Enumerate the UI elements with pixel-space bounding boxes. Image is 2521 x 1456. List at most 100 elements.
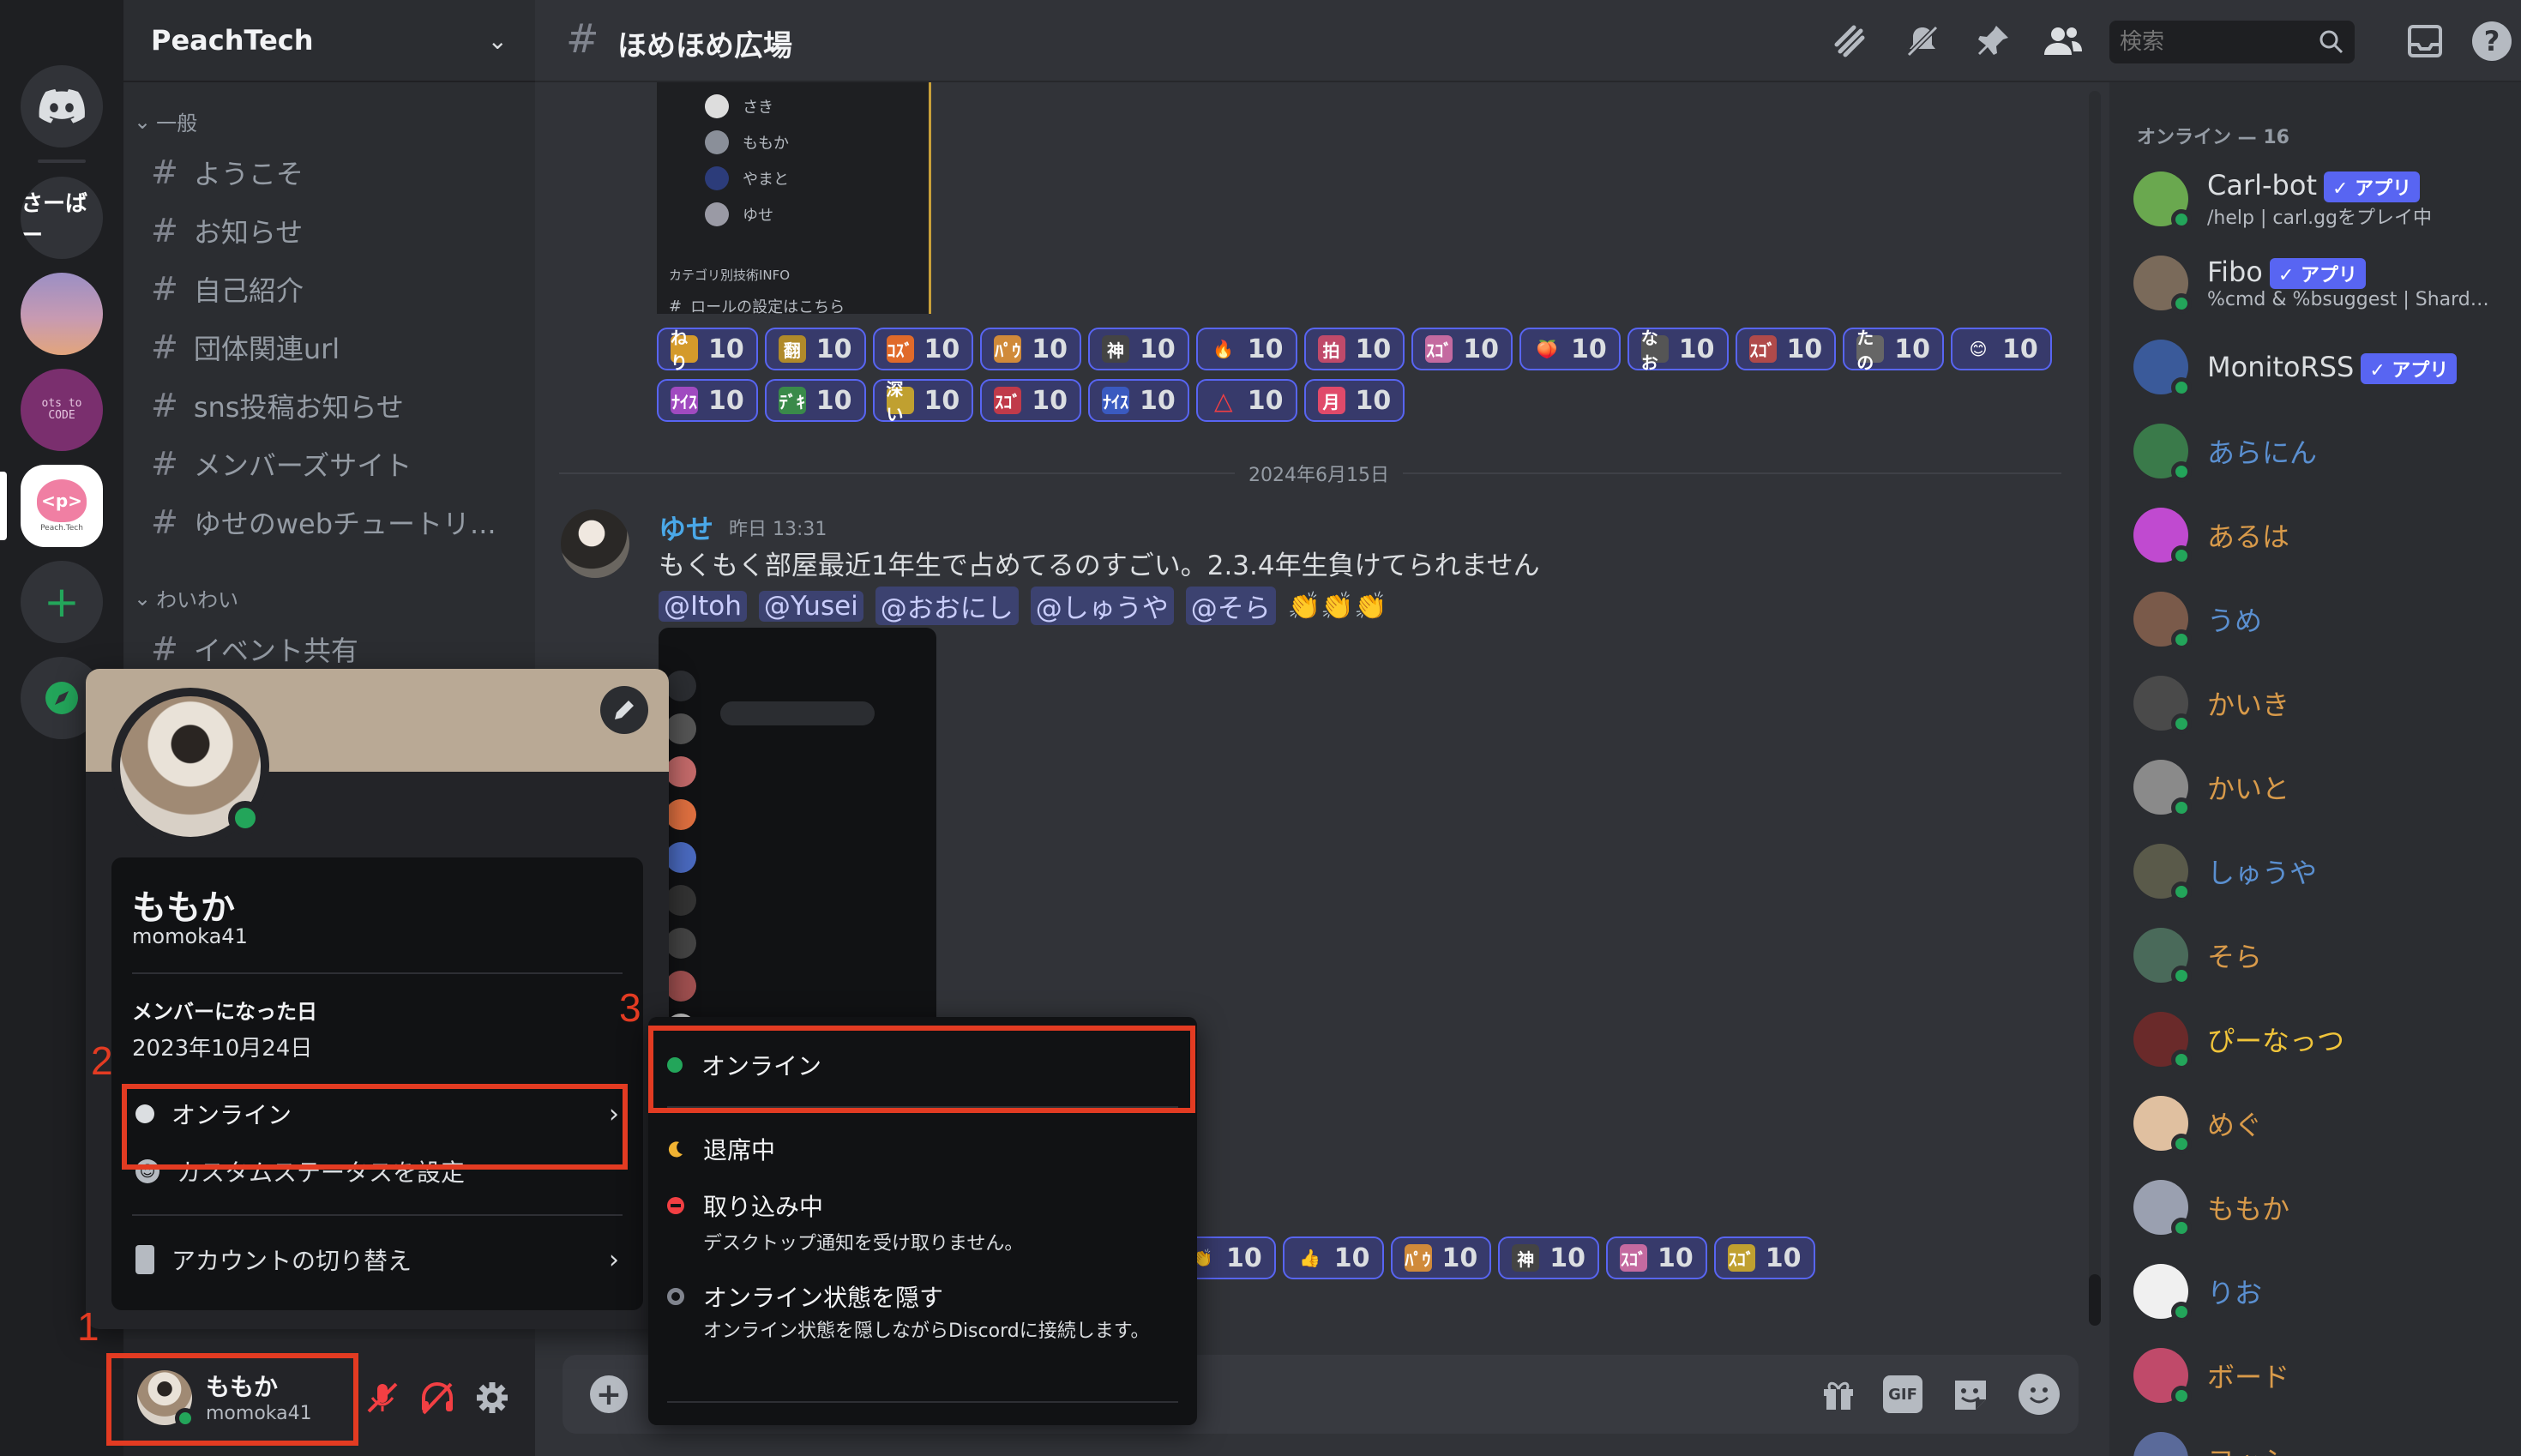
reaction-button[interactable]: ﾊﾟｳ 10	[1390, 1236, 1492, 1279]
server-icon-saaba[interactable]: さーばー	[21, 177, 103, 259]
message-avatar[interactable]	[561, 509, 629, 578]
member-list-icon[interactable]	[2043, 21, 2084, 62]
search-input[interactable]	[2120, 29, 2291, 55]
channel-announcements[interactable]: # お知らせ	[151, 211, 303, 250]
reaction-button[interactable]: 深い 10	[872, 379, 974, 424]
mention[interactable]: @Itoh	[659, 590, 747, 622]
server-icon-sunset[interactable]	[21, 273, 103, 355]
reaction-button[interactable]: ｽｺﾞ 10	[1735, 328, 1837, 370]
mute-mic-button[interactable]	[364, 1379, 401, 1417]
gift-icon[interactable]	[1820, 1375, 1857, 1413]
chat-scrollbar[interactable]	[2089, 91, 2101, 1326]
reaction-button[interactable]: 翻 10	[764, 328, 866, 370]
mention[interactable]: @そら	[1185, 587, 1276, 625]
server-icon-ots-to-code[interactable]: ots to CODE	[21, 369, 103, 451]
mention[interactable]: @しゅうや	[1030, 587, 1174, 625]
reaction-button[interactable]: 月 10	[1303, 379, 1405, 422]
reaction-button[interactable]: ｽｺﾞ 10	[980, 379, 1081, 422]
reaction-button[interactable]: 神 10	[1088, 328, 1189, 370]
member-item[interactable]: Carl-bot ✓ アプリ/help | carl.ggをプレイ中	[2133, 165, 2432, 233]
reaction-button[interactable]: ｺｽﾞ 10	[872, 328, 974, 370]
member-item[interactable]: かいと	[2133, 753, 2289, 821]
member-item[interactable]: あるは	[2133, 501, 2289, 569]
channel-welcome[interactable]: # ようこそ	[151, 153, 304, 192]
direct-messages-button[interactable]	[21, 65, 103, 147]
status-option-online[interactable]: オンライン	[667, 1039, 1182, 1091]
reaction-button[interactable]: 😊 10	[1951, 328, 2052, 370]
reaction-button[interactable]: ｽｺﾞ 10	[1411, 328, 1513, 370]
member-since-label: メンバーになった日	[132, 1000, 317, 1024]
member-item[interactable]: ボード	[2133, 1341, 2289, 1410]
smile-emoji-icon: 😊	[1969, 339, 1988, 359]
mention[interactable]: @おおにし	[875, 587, 1019, 625]
member-item[interactable]: めぐ	[2133, 1089, 2262, 1158]
switch-account-button[interactable]: アカウントの切り替え ›	[125, 1231, 629, 1288]
chat-scrollbar-thumb[interactable]	[2089, 1274, 2101, 1326]
reactions-row: ねり 10 翻 10 ｺｽﾞ 10 ﾊﾟｳ 10 神 10 🔥 10 拍 10 ｽｺﾞ 10 🍑…	[657, 328, 2059, 373]
search-bar[interactable]	[2109, 21, 2355, 63]
member-item[interactable]: かいき	[2133, 669, 2289, 737]
member-item[interactable]: Fibo ✓ アプリ %cmd & %bsuggest | Shard 48...	[2133, 249, 2490, 317]
reaction-button[interactable]: 神 10	[1498, 1236, 1599, 1279]
reaction-button[interactable]: △ 10	[1195, 379, 1297, 422]
status-option-invisible[interactable]: オンライン状態を隠す オンライン状態を隠しながらDiscordに接続します。	[667, 1279, 1182, 1391]
channel-event-share[interactable]: # イベント共有	[151, 629, 358, 669]
member-item[interactable]: ぴーなっつ	[2133, 1005, 2344, 1074]
status-selector[interactable]: オンライン ›	[125, 1086, 629, 1142]
channel-introductions[interactable]: # 自己紹介	[151, 269, 304, 309]
member-item[interactable]: MonitoRSS ✓ アプリ	[2133, 333, 2458, 401]
reaction-button[interactable]: ﾅｲｽ 10	[1088, 379, 1189, 422]
embedded-image-top[interactable]: さき ももか やまと ゆせ カテゴリ別技術INFO # ロールの設定はこちら	[657, 82, 931, 316]
reaction-button[interactable]: 拍 10	[1303, 328, 1405, 370]
reaction-button[interactable]: ｽｺﾞ 10	[1713, 1236, 1815, 1279]
category-waiwai[interactable]: ⌄ わいわい	[134, 583, 238, 613]
reaction-button[interactable]: たの 10	[1843, 328, 1944, 373]
profile-avatar[interactable]	[111, 688, 269, 845]
message-author[interactable]: ゆせ	[659, 508, 713, 547]
member-item[interactable]: しゅうや	[2133, 837, 2317, 905]
channel-members-site[interactable]: # メンバーズサイト	[151, 444, 412, 484]
status-option-dnd[interactable]: 取り込み中 デスクトップ通知を受け取りません。	[667, 1188, 1182, 1260]
member-item[interactable]: りお	[2133, 1257, 2262, 1326]
reaction-button[interactable]: ﾃﾞｷ 10	[764, 379, 866, 422]
member-item[interactable]: あらにん	[2133, 417, 2317, 485]
member-item[interactable]: ももか	[2133, 1173, 2289, 1242]
add-server-button[interactable]: +	[21, 561, 103, 643]
inbox-icon[interactable]	[2404, 21, 2446, 62]
server-header[interactable]: PeachTech ⌄	[123, 0, 535, 82]
channel-web-tutorial[interactable]: # ゆせのwebチュートリ...	[151, 502, 496, 542]
reaction-button[interactable]: ねり 10	[657, 328, 758, 373]
emoji-picker-icon[interactable]	[2019, 1374, 2060, 1415]
profile-username: momoka41	[132, 924, 248, 948]
mention[interactable]: @Yusei	[758, 590, 863, 622]
user-panel-avatar[interactable]	[137, 1370, 196, 1429]
gif-button[interactable]: GIF	[1883, 1375, 1922, 1413]
member-item[interactable]: そら	[2133, 921, 2262, 990]
custom-emoji-icon: 翻	[778, 335, 806, 363]
attach-plus-button[interactable]: +	[590, 1375, 628, 1413]
online-status-dot	[2171, 1386, 2192, 1406]
sticker-icon[interactable]	[1952, 1375, 1989, 1413]
channel-org-urls[interactable]: # 団体関連url	[151, 328, 340, 367]
help-icon[interactable]: ?	[2471, 21, 2512, 62]
member-item[interactable]: うめ	[2133, 585, 2262, 653]
server-icon-peachtech[interactable]: <p> Peach.Tech	[21, 465, 103, 547]
category-general[interactable]: ⌄ 一般	[134, 106, 197, 136]
reaction-button[interactable]: ﾊﾟｳ 10	[980, 328, 1081, 370]
status-option-idle[interactable]: 退席中	[667, 1123, 1182, 1175]
reaction-button[interactable]: 🔥 10	[1195, 328, 1297, 370]
pin-icon[interactable]	[1972, 21, 2013, 62]
reaction-button[interactable]: なお 10	[1627, 328, 1729, 373]
reaction-button[interactable]: ﾅｲｽ 10	[657, 379, 758, 422]
reaction-button[interactable]: 👍 10	[1282, 1236, 1384, 1279]
mute-notifications-icon[interactable]	[1902, 21, 1943, 62]
deafen-button[interactable]	[418, 1379, 456, 1417]
member-item[interactable]: ヨッシー	[2133, 1425, 2317, 1456]
user-settings-button[interactable]	[473, 1379, 511, 1417]
reaction-button[interactable]: 🍑 10	[1519, 328, 1621, 370]
edit-profile-button[interactable]	[600, 686, 648, 734]
custom-status-button[interactable]: ☺ カスタムステータスを設定	[125, 1146, 629, 1197]
reaction-button[interactable]: ｽｺﾞ 10	[1606, 1236, 1707, 1279]
threads-icon[interactable]	[1830, 21, 1871, 62]
channel-sns-posts[interactable]: # sns投稿お知らせ	[151, 386, 404, 425]
